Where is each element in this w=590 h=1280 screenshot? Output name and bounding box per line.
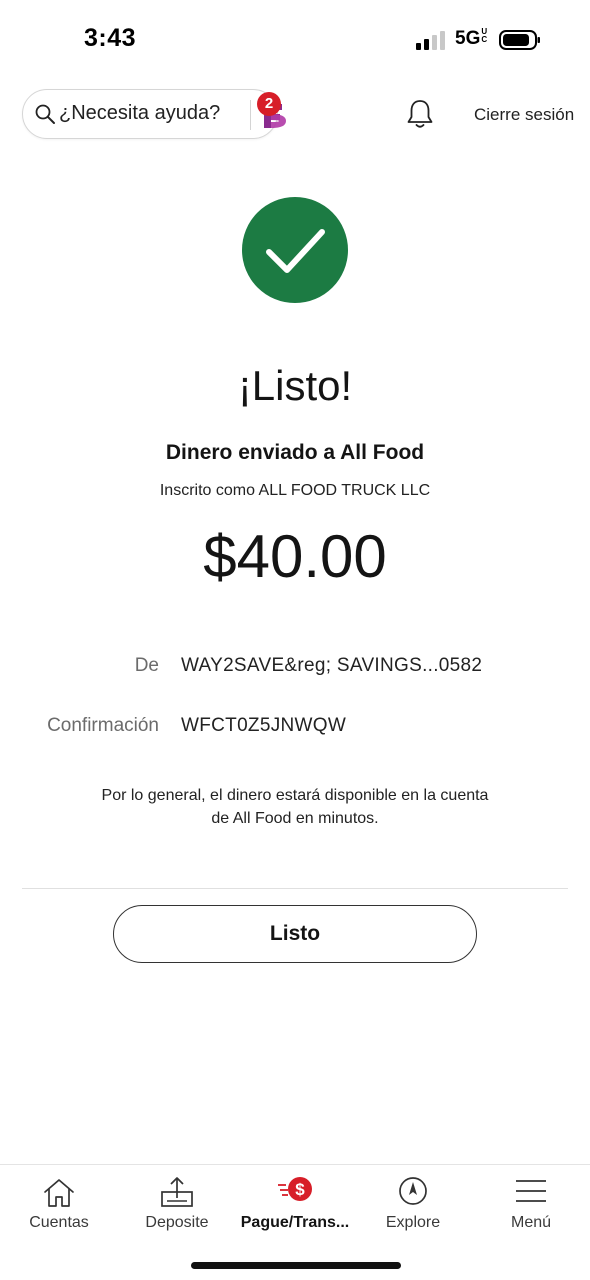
battery-icon [499, 30, 540, 50]
signout-link[interactable]: Cierre sesión [474, 105, 574, 125]
signal-strength-icon [416, 31, 445, 50]
status-time: 3:43 [84, 24, 137, 52]
content-divider [22, 888, 568, 889]
nav-label: Deposite [145, 1214, 209, 1231]
hamburger-menu-icon [516, 1180, 546, 1202]
compass-icon [399, 1177, 427, 1205]
transfer-amount: $40.00 [203, 523, 387, 590]
assistant-notification-badge: 2 [257, 92, 281, 116]
search-placeholder: ¿Necesita ayuda? [59, 102, 221, 124]
pay-transfer-icon: $ [278, 1177, 312, 1201]
notifications-bell-icon[interactable] [403, 97, 437, 131]
network-indicator: 5GUC [455, 28, 489, 50]
nav-item-pague-transfiera[interactable]: $ Pague/Trans... [236, 1165, 354, 1245]
success-check-icon [242, 197, 348, 303]
home-indicator [191, 1262, 401, 1269]
network-superscript: UC [481, 27, 488, 44]
nav-item-cuentas[interactable]: Cuentas [0, 1165, 118, 1245]
confirmation-label: Confirmación [47, 715, 159, 736]
status-bar: 3:43 5GUC [0, 0, 590, 80]
network-type: 5G [455, 28, 481, 49]
done-button[interactable]: Listo [113, 905, 477, 963]
nav-item-deposite[interactable]: Deposite [118, 1165, 236, 1245]
confirmation-number: WFCT0Z5JNWQW [181, 715, 347, 736]
from-label: De [134, 655, 159, 676]
page-title: ¡Listo! [237, 362, 353, 409]
nav-label: Menú [510, 1214, 552, 1231]
availability-note: Por lo general, el dinero estará disponi… [101, 787, 489, 827]
nav-label: Cuentas [29, 1214, 89, 1231]
nav-label: Explore [385, 1214, 441, 1231]
nav-item-explore[interactable]: Explore [354, 1165, 472, 1245]
registered-name: Inscrito como ALL FOOD TRUCK LLC [159, 482, 431, 499]
from-account-value: WAY2SAVE&reg; SAVINGS...0582 [181, 655, 483, 676]
nav-label: Pague/Trans... [240, 1214, 350, 1231]
deposit-icon [161, 1177, 193, 1207]
search-icon [35, 104, 55, 124]
home-icon [44, 1179, 74, 1207]
svg-text:$: $ [295, 1180, 305, 1199]
pill-divider [250, 100, 251, 130]
nav-item-menu[interactable]: Menú [472, 1165, 590, 1245]
help-search-bar[interactable]: ¿Necesita ayuda? [22, 89, 286, 139]
recipient-heading: Dinero enviado a All Food [165, 441, 425, 464]
